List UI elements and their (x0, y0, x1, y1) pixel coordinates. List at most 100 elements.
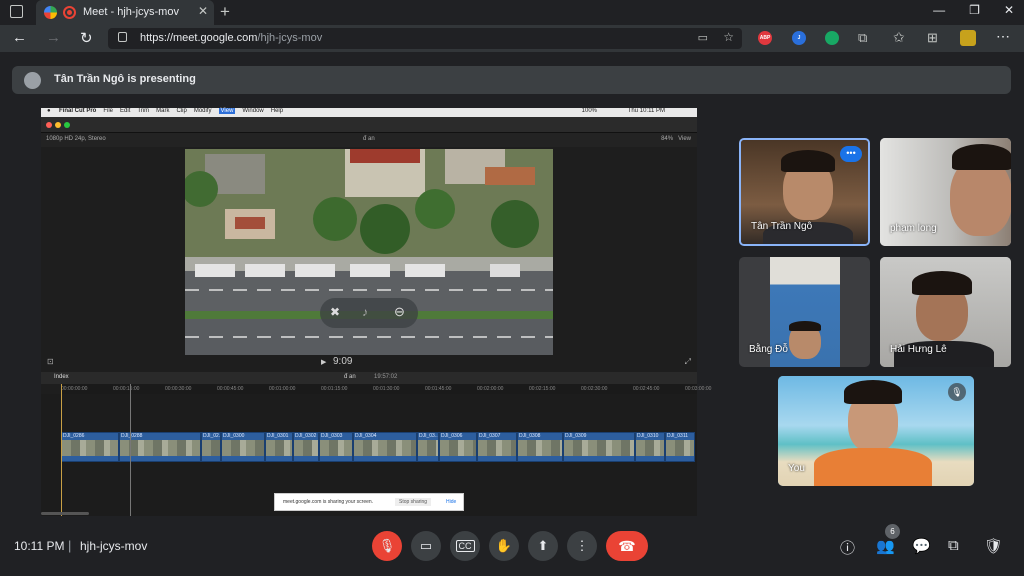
clip-track: DJI_0286 DJI_0288 DJI_02.. DJI_0300 DJI_0301… (61, 432, 697, 462)
apple-icon: ● (47, 108, 51, 114)
clip-thumbnails (440, 440, 476, 456)
mac-clock: Thu 10:11 PM (627, 108, 665, 114)
clip-label: DJI_02.. (203, 433, 221, 439)
clip-thumbnails (266, 440, 292, 456)
activities-icon[interactable]: ⧉ (948, 537, 959, 554)
chat-icon[interactable]: 💬 (912, 537, 931, 555)
maximize-button[interactable]: ❐ (969, 3, 980, 17)
participant-name: Hải Hưng Lê (890, 344, 947, 355)
participant-hair (844, 380, 902, 404)
tab-actions-icon[interactable] (10, 5, 23, 18)
share-message: meet.google.com is sharing your screen. (283, 499, 374, 505)
participant-tile-bang[interactable]: Bằng Đỗ (739, 257, 870, 367)
clip-thumbnails (120, 440, 200, 456)
timeline-clip: DJI_0302 (293, 432, 319, 462)
ruler-mark: 00:00:00:00 (61, 386, 88, 392)
timeline-clip: DJI_0286 (61, 432, 119, 462)
window-controls: — ❐ ✕ (933, 3, 1014, 17)
people-icon[interactable]: 👥 (876, 537, 895, 555)
participant-tile-long[interactable]: phạm long (880, 138, 1011, 246)
clip-label: DJI_0303 (321, 433, 343, 439)
participant-name: Tân Trần Ngô (751, 221, 813, 232)
clip-thumbnails (222, 440, 264, 456)
shield-extension-icon[interactable] (825, 31, 839, 45)
clip-label: DJI_0302 (295, 433, 317, 439)
add-favorite-icon[interactable]: ☆ (723, 30, 734, 44)
clip-thumbnails (518, 440, 562, 456)
host-controls-icon[interactable]: 🛡 (984, 537, 1003, 555)
adblock-plus-icon[interactable]: ABP (758, 31, 772, 45)
minimize-button[interactable]: — (933, 3, 945, 17)
camera-icon: ▭ (419, 538, 433, 553)
j-extension-icon[interactable]: J (792, 31, 806, 45)
playhead (61, 384, 62, 516)
timeline-index: Index (54, 374, 69, 380)
meeting-info-icon[interactable]: ⓘ (840, 537, 855, 558)
minimize-dot-icon (55, 122, 61, 128)
presenting-banner: Tân Trần Ngô is presenting (12, 66, 1011, 94)
stop-sharing-button: Stop sharing (395, 498, 432, 506)
forward-icon[interactable]: → (46, 29, 61, 46)
more-vert-icon: ⋮ (575, 538, 589, 553)
favorites-icon[interactable]: ✩ (893, 29, 905, 46)
collections-icon[interactable]: ⊞ (927, 30, 938, 46)
viewer-clip-name: đ an (363, 136, 375, 142)
meeting-code: hjh-jcys-mov (80, 539, 148, 553)
screen-share-bar: meet.google.com is sharing your screen. … (274, 493, 464, 511)
clip-thumbnails (418, 440, 438, 456)
present-button[interactable]: ⬆ (528, 531, 558, 561)
close-window-button[interactable]: ✕ (1004, 3, 1014, 17)
timeline-clip: DJI_0308 (517, 432, 563, 462)
captions-icon: CC (455, 540, 475, 552)
lock-icon[interactable] (118, 32, 127, 42)
leave-call-button[interactable]: ☎ (606, 531, 648, 561)
timeline-clip: DJI_0311 (665, 432, 695, 462)
participant-tile-tan[interactable]: ••• Tân Trần Ngô (739, 138, 870, 246)
timeline-clip: DJI_0309 (563, 432, 635, 462)
more-options-icon[interactable]: ••• (840, 146, 862, 162)
fcp-toolbar (41, 117, 697, 133)
profile-avatar[interactable] (960, 30, 976, 46)
browser-tab[interactable]: Meet - hjh-jcys-mov ✕ (36, 0, 214, 25)
clip-thumbnails (478, 440, 516, 456)
tab-close-icon[interactable]: ✕ (198, 4, 208, 18)
participant-tile-you[interactable]: 🎙 You (778, 376, 974, 486)
browser-menu-icon[interactable]: ⋯ (996, 28, 1010, 45)
raise-hand-button[interactable]: ✋ (489, 531, 519, 561)
timeline-header: Index đ an 19:57:02 (41, 372, 697, 384)
ruler-mark: 00:02:45:00 (633, 386, 660, 392)
muted-mic-icon: 🎙 (948, 383, 966, 401)
clip-label: DJI_0307 (479, 433, 501, 439)
captions-button[interactable]: CC (450, 531, 480, 561)
pin-off-icon[interactable]: ✖ (330, 305, 340, 319)
participant-tile-hai[interactable]: Hải Hưng Lê (880, 257, 1011, 367)
clip-label: DJI_0308 (519, 433, 541, 439)
reload-icon[interactable]: ↻ (80, 29, 93, 47)
back-icon[interactable]: ← (12, 29, 27, 46)
ruler-mark: 00:02:00:00 (477, 386, 504, 392)
mute-tile-icon[interactable]: ♪ (362, 305, 368, 319)
fcp-menu: Final Cut Pro File Edit Trim Mark Clip M… (59, 108, 283, 114)
timeline-duration: 19:57:02 (374, 374, 398, 380)
url-text[interactable]: https://meet.google.com/hjh-jcys-mov (140, 32, 322, 44)
ruler-mark: 00:01:00:00 (269, 386, 296, 392)
more-options-button[interactable]: ⋮ (567, 531, 597, 561)
participant-name: phạm long (890, 223, 937, 234)
new-tab-button[interactable]: + (220, 2, 230, 22)
camera-button[interactable]: ▭ (411, 531, 441, 561)
tab-title: Meet - hjh-jcys-mov (83, 6, 179, 18)
camera-in-use-icon[interactable]: ▭ (698, 31, 708, 44)
hand-icon: ✋ (495, 538, 513, 553)
ruler-mark: 00:03:00:00 (685, 386, 712, 392)
close-dot-icon (46, 122, 52, 128)
remove-icon[interactable]: ⊖ (394, 304, 405, 320)
mic-off-button[interactable]: 🎙 (372, 531, 402, 561)
timeline-clip: DJI_0300 (221, 432, 265, 462)
screenshare-overlay-controls: ✖ ♪ ⊖ (320, 298, 418, 328)
extensions-puzzle-icon[interactable]: ⧉ (858, 30, 867, 46)
clip-label: DJI_0304 (355, 433, 377, 439)
crop-icon: ⊡ (47, 357, 54, 366)
address-bar[interactable]: https://meet.google.com/hjh-jcys-mov ▭ ☆ (108, 28, 742, 49)
menu-file: File (103, 108, 114, 114)
timeline-clip: DJI_0303 (319, 432, 353, 462)
